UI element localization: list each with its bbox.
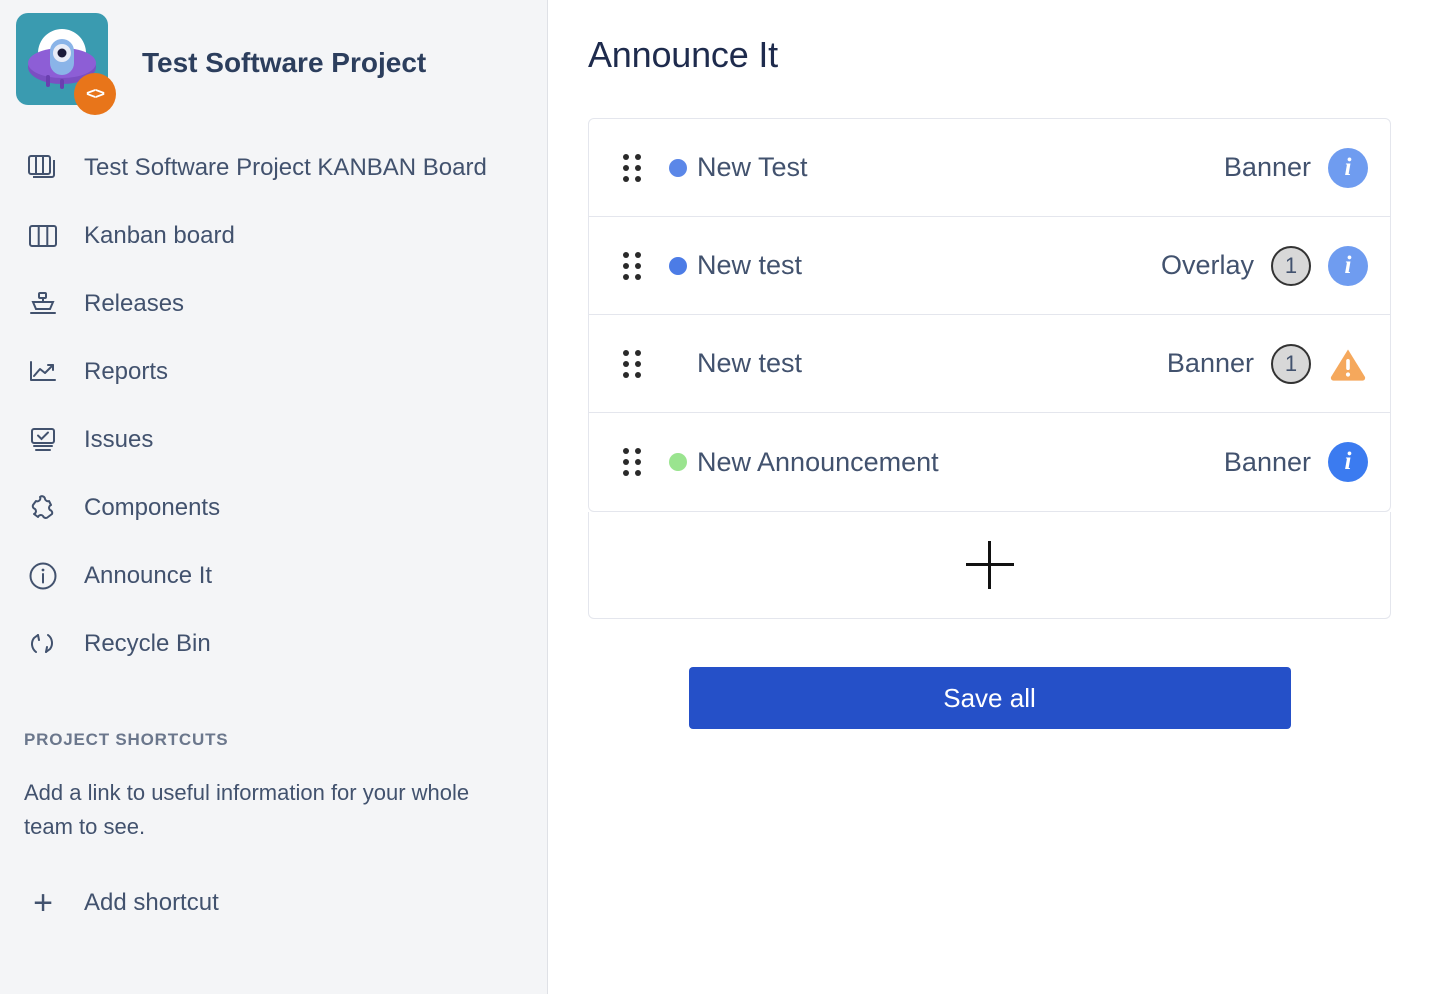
- issues-checkbox-icon: [24, 421, 62, 459]
- add-shortcut-button[interactable]: + Add shortcut: [24, 884, 487, 922]
- announcement-row-right: Banner 1: [1167, 344, 1390, 384]
- info-glyph: i: [1328, 246, 1368, 286]
- status-dot: [669, 355, 687, 373]
- add-announcement-panel: [588, 512, 1391, 619]
- info-circle-icon: [24, 557, 62, 595]
- announcement-row-right: Banner i: [1224, 148, 1390, 188]
- project-sidebar: <> Test Software Project Test Software P…: [0, 0, 548, 994]
- info-glyph: i: [1328, 148, 1368, 188]
- sidebar-item-label: Recycle Bin: [84, 630, 211, 658]
- announcement-title: New Test: [697, 152, 808, 183]
- puzzle-piece-icon: [24, 489, 62, 527]
- sidebar-item-label: Test Software Project KANBAN Board: [84, 154, 487, 182]
- board-stack-icon: [24, 149, 62, 187]
- project-title: Test Software Project: [142, 47, 426, 79]
- ship-icon: [24, 285, 62, 323]
- sidebar-item-label: Announce It: [84, 562, 212, 590]
- plus-icon: +: [24, 884, 62, 922]
- sidebar-item-label: Components: [84, 494, 220, 522]
- save-all-container: Save all: [588, 667, 1391, 729]
- sidebar-item-components[interactable]: Components: [0, 474, 547, 542]
- project-shortcuts-section: PROJECT SHORTCUTS Add a link to useful i…: [0, 730, 547, 922]
- project-avatar: <>: [16, 13, 116, 113]
- recycle-arrows-icon: [24, 625, 62, 663]
- announcement-row-left: New test: [669, 348, 1167, 379]
- announcement-row-left: New test: [669, 250, 1161, 281]
- columns-icon: [24, 217, 62, 255]
- announcement-title: New Announcement: [697, 447, 939, 478]
- sidebar-item-label: Kanban board: [84, 222, 235, 250]
- sidebar-item-label: Issues: [84, 426, 153, 454]
- info-icon[interactable]: i: [1328, 442, 1368, 482]
- shortcuts-description: Add a link to useful information for you…: [24, 776, 484, 844]
- add-shortcut-label: Add shortcut: [84, 889, 219, 917]
- announcement-title: New test: [697, 250, 802, 281]
- announcement-type: Banner: [1167, 348, 1254, 379]
- chart-line-icon: [24, 353, 62, 391]
- count-badge: 1: [1271, 344, 1311, 384]
- sidebar-item-label: Reports: [84, 358, 168, 386]
- sidebar-item-recycle-bin[interactable]: Recycle Bin: [0, 610, 547, 678]
- status-dot: [669, 159, 687, 177]
- sidebar-item-reports[interactable]: Reports: [0, 338, 547, 406]
- announcement-row-right: Banner i: [1224, 442, 1390, 482]
- announcement-title: New test: [697, 348, 802, 379]
- project-header: <> Test Software Project: [0, 0, 547, 104]
- sidebar-item-announce-it[interactable]: Announce It: [0, 542, 547, 610]
- page-title: Announce It: [588, 34, 1434, 76]
- code-badge-icon: <>: [74, 73, 116, 115]
- drag-handle-icon[interactable]: [623, 448, 643, 476]
- info-glyph: i: [1328, 442, 1368, 482]
- announcement-row[interactable]: New Announcement Banner i: [589, 413, 1390, 511]
- info-icon[interactable]: i: [1328, 148, 1368, 188]
- announcement-row-left: New Test: [669, 152, 1224, 183]
- warning-triangle-icon[interactable]: [1328, 344, 1368, 384]
- announcement-type: Banner: [1224, 447, 1311, 478]
- announcement-type: Overlay: [1161, 250, 1254, 281]
- sidebar-item-kanban-board[interactable]: Kanban board: [0, 202, 547, 270]
- announcement-row[interactable]: New Test Banner i: [589, 119, 1390, 217]
- announcements-list: New Test Banner i New test: [588, 118, 1391, 512]
- add-announcement-button[interactable]: [966, 541, 1014, 589]
- announcement-row-right: Overlay 1 i: [1161, 246, 1390, 286]
- announcement-row[interactable]: New test Overlay 1 i: [589, 217, 1390, 315]
- drag-handle-icon[interactable]: [623, 350, 643, 378]
- status-dot: [669, 453, 687, 471]
- count-badge: 1: [1271, 246, 1311, 286]
- announcement-row[interactable]: New test Banner 1: [589, 315, 1390, 413]
- drag-handle-icon[interactable]: [623, 154, 643, 182]
- sidebar-item-issues[interactable]: Issues: [0, 406, 547, 474]
- drag-handle-icon[interactable]: [623, 252, 643, 280]
- app-root: <> Test Software Project Test Software P…: [0, 0, 1434, 994]
- announcement-type: Banner: [1224, 152, 1311, 183]
- save-all-button[interactable]: Save all: [689, 667, 1291, 729]
- announcement-row-left: New Announcement: [669, 447, 1224, 478]
- sidebar-item-label: Releases: [84, 290, 184, 318]
- sidebar-item-kanban-board-link[interactable]: Test Software Project KANBAN Board: [0, 134, 547, 202]
- main-content: Announce It New Test Banner i: [548, 0, 1434, 994]
- sidebar-nav: Test Software Project KANBAN Board Kanba…: [0, 134, 547, 678]
- info-icon[interactable]: i: [1328, 246, 1368, 286]
- sidebar-item-releases[interactable]: Releases: [0, 270, 547, 338]
- status-dot: [669, 257, 687, 275]
- shortcuts-heading: PROJECT SHORTCUTS: [24, 730, 487, 750]
